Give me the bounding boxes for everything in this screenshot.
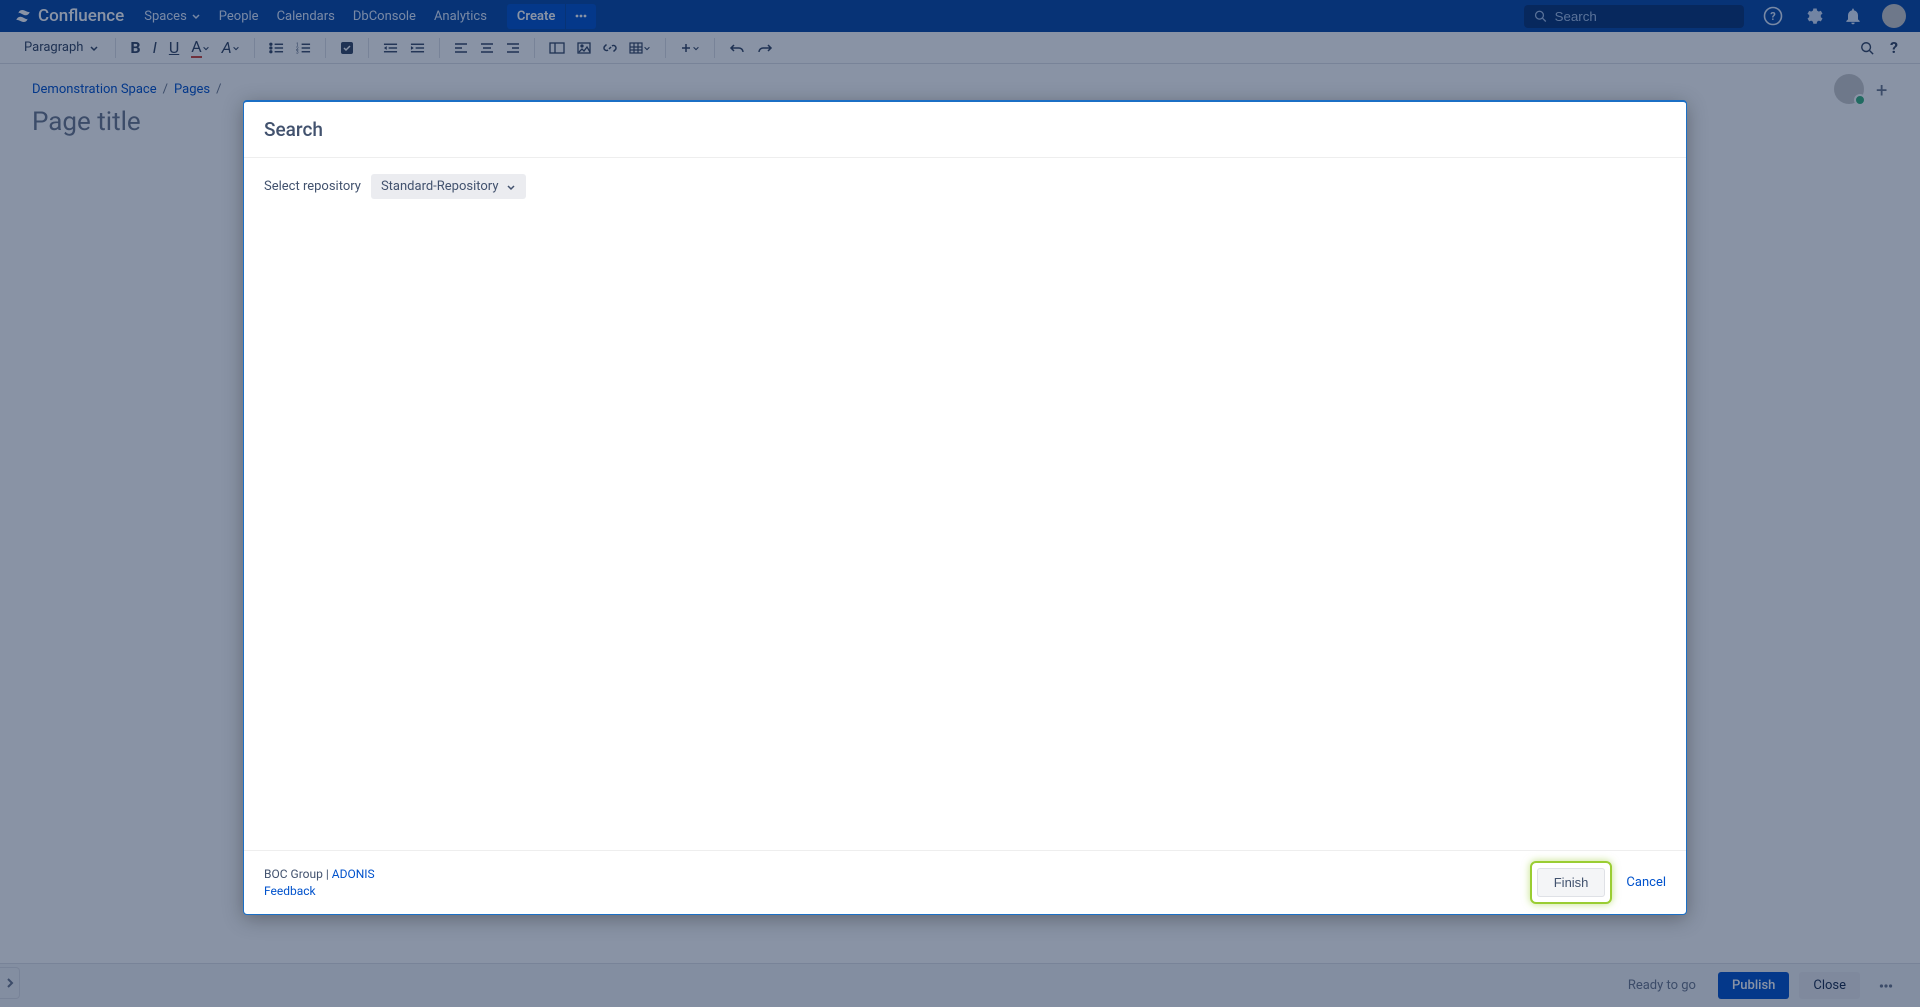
footer-vendor: BOC Group [264,867,323,881]
cancel-link[interactable]: Cancel [1626,875,1666,890]
repo-label: Select repository [264,179,361,194]
search-dialog: Search Select repository Standard-Reposi… [243,100,1687,915]
chevron-down-icon [506,182,516,192]
dialog-footer: BOC Group | ADONIS Feedback Finish Cance… [244,850,1686,914]
repo-value: Standard-Repository [381,179,499,194]
dialog-title: Search [244,102,1686,158]
finish-button[interactable]: Finish [1537,868,1606,897]
footer-sep: | [323,867,332,881]
footer-feedback-link[interactable]: Feedback [264,884,316,898]
repository-select[interactable]: Standard-Repository [371,174,527,199]
dialog-footer-left: BOC Group | ADONIS Feedback [264,866,375,900]
finish-highlight: Finish [1530,861,1613,904]
footer-product-link[interactable]: ADONIS [332,867,375,881]
dialog-body: Select repository Standard-Repository [244,158,1686,850]
